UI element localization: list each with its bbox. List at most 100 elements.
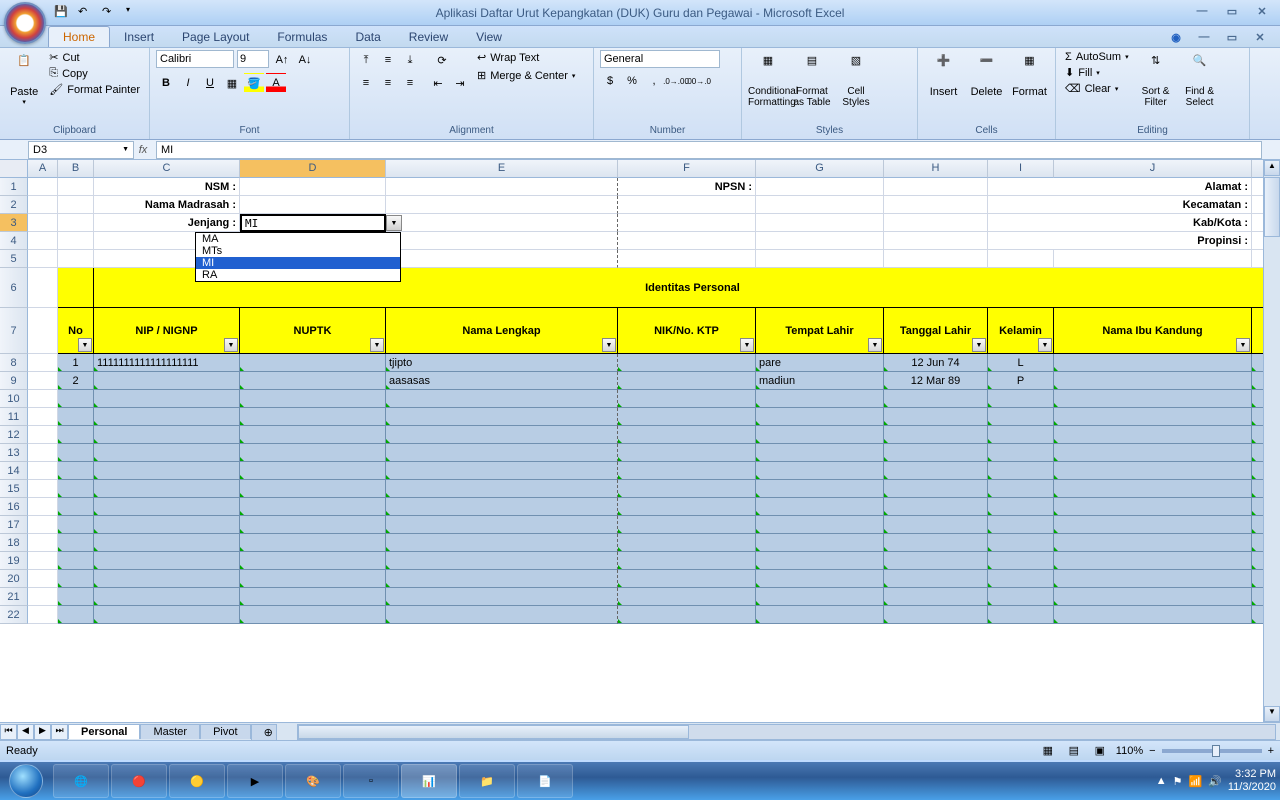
data-cell[interactable] bbox=[756, 588, 884, 606]
data-cell[interactable] bbox=[988, 516, 1054, 534]
data-cell[interactable] bbox=[618, 444, 756, 462]
data-cell[interactable]: tjipto bbox=[386, 354, 618, 372]
comma-button[interactable]: , bbox=[644, 71, 664, 91]
sheet-tab-personal[interactable]: Personal bbox=[68, 724, 140, 739]
wrap-text-button[interactable]: ↩Wrap Text bbox=[474, 50, 578, 65]
data-cell[interactable] bbox=[884, 462, 988, 480]
cell[interactable]: Jenjang : bbox=[94, 214, 240, 232]
select-all-corner[interactable] bbox=[0, 160, 28, 178]
data-cell[interactable] bbox=[240, 498, 386, 516]
data-cell[interactable] bbox=[884, 570, 988, 588]
data-cell[interactable] bbox=[58, 570, 94, 588]
cell[interactable] bbox=[240, 196, 386, 214]
data-cell[interactable] bbox=[988, 498, 1054, 516]
data-cell[interactable] bbox=[386, 570, 618, 588]
data-cell[interactable] bbox=[1054, 570, 1252, 588]
dropdown-item[interactable]: MA bbox=[196, 233, 400, 245]
bold-button[interactable]: B bbox=[156, 73, 176, 93]
data-cell[interactable] bbox=[618, 390, 756, 408]
dropdown-item[interactable]: MI bbox=[196, 257, 400, 269]
help-icon[interactable]: ◉ bbox=[1164, 31, 1188, 47]
align-right-button[interactable]: ≡ bbox=[400, 73, 420, 93]
decrease-decimal-button[interactable]: .00→.0 bbox=[688, 71, 708, 91]
data-cell[interactable] bbox=[94, 606, 240, 624]
format-painter-button[interactable]: 🖌Format Painter bbox=[46, 82, 143, 97]
data-cell[interactable] bbox=[884, 390, 988, 408]
cell[interactable] bbox=[28, 408, 58, 426]
redo-icon[interactable]: ↷ bbox=[102, 5, 118, 21]
qat-more-icon[interactable]: ▾ bbox=[126, 5, 142, 21]
find-select-button[interactable]: 🔍Find & Select bbox=[1180, 50, 1220, 108]
percent-button[interactable]: % bbox=[622, 71, 642, 91]
data-cell[interactable] bbox=[94, 426, 240, 444]
data-cell[interactable] bbox=[94, 498, 240, 516]
filter-button[interactable]: ▼ bbox=[78, 338, 92, 352]
data-cell[interactable] bbox=[94, 588, 240, 606]
data-cell[interactable] bbox=[884, 498, 988, 516]
data-cell[interactable] bbox=[756, 390, 884, 408]
data-cell[interactable] bbox=[1054, 372, 1252, 390]
cell[interactable] bbox=[58, 232, 94, 250]
row-header-4[interactable]: 4 bbox=[0, 232, 28, 250]
clear-button[interactable]: ⌫Clear ▾ bbox=[1062, 81, 1132, 96]
cell[interactable] bbox=[28, 214, 58, 232]
minimize-button[interactable]: — bbox=[1190, 5, 1214, 21]
data-cell[interactable] bbox=[386, 552, 618, 570]
zoom-handle[interactable] bbox=[1212, 745, 1220, 757]
taskbar-opera[interactable]: 🔴 bbox=[111, 764, 167, 798]
tray-network-icon[interactable]: 📶 bbox=[1188, 775, 1202, 788]
data-cell[interactable] bbox=[386, 426, 618, 444]
col-header-B[interactable]: B bbox=[58, 160, 94, 178]
data-cell[interactable] bbox=[58, 498, 94, 516]
align-middle-button[interactable]: ≡ bbox=[378, 50, 398, 70]
data-cell[interactable] bbox=[988, 588, 1054, 606]
filter-button[interactable]: ▼ bbox=[370, 338, 384, 352]
data-cell[interactable] bbox=[884, 516, 988, 534]
data-cell[interactable] bbox=[58, 588, 94, 606]
data-cell[interactable] bbox=[58, 606, 94, 624]
data-cell[interactable]: madiun bbox=[756, 372, 884, 390]
cell[interactable] bbox=[988, 250, 1054, 268]
data-cell[interactable] bbox=[988, 606, 1054, 624]
data-cell[interactable] bbox=[58, 408, 94, 426]
data-cell[interactable] bbox=[58, 516, 94, 534]
data-cell[interactable]: pare bbox=[756, 354, 884, 372]
cell[interactable] bbox=[240, 178, 386, 196]
table-header[interactable]: Kelamin▼ bbox=[988, 308, 1054, 354]
taskbar-word[interactable]: 📄 bbox=[517, 764, 573, 798]
cell[interactable] bbox=[386, 250, 618, 268]
cell[interactable] bbox=[58, 268, 94, 308]
jenjang-dropdown-button[interactable]: ▼ bbox=[386, 215, 402, 231]
cell[interactable] bbox=[756, 250, 884, 268]
data-cell[interactable] bbox=[58, 552, 94, 570]
data-cell[interactable] bbox=[756, 570, 884, 588]
italic-button[interactable]: I bbox=[178, 73, 198, 93]
data-cell[interactable] bbox=[756, 444, 884, 462]
row-header-6[interactable]: 6 bbox=[0, 268, 28, 308]
col-header-A[interactable]: A bbox=[28, 160, 58, 178]
data-cell[interactable]: aasasas bbox=[386, 372, 618, 390]
zoom-in-button[interactable]: + bbox=[1268, 745, 1274, 757]
cell[interactable] bbox=[28, 444, 58, 462]
col-header-I[interactable]: I bbox=[988, 160, 1054, 178]
cell[interactable] bbox=[58, 196, 94, 214]
cell[interactable] bbox=[28, 570, 58, 588]
data-cell[interactable] bbox=[618, 570, 756, 588]
zoom-slider[interactable] bbox=[1162, 749, 1262, 753]
tab-data[interactable]: Data bbox=[341, 27, 394, 47]
data-cell[interactable] bbox=[1054, 480, 1252, 498]
data-cell[interactable] bbox=[618, 588, 756, 606]
cell[interactable] bbox=[58, 250, 94, 268]
grow-font-button[interactable]: A↑ bbox=[272, 50, 292, 70]
col-header-C[interactable]: C bbox=[94, 160, 240, 178]
data-cell[interactable] bbox=[1054, 462, 1252, 480]
table-header[interactable]: NUPTK▼ bbox=[240, 308, 386, 354]
align-bottom-button[interactable]: ⤓ bbox=[400, 50, 420, 70]
row-header-19[interactable]: 19 bbox=[0, 552, 28, 570]
cell[interactable]: NPSN : bbox=[618, 178, 756, 196]
fill-color-button[interactable]: 🪣 bbox=[244, 73, 264, 93]
data-cell[interactable] bbox=[618, 426, 756, 444]
format-as-table-button[interactable]: ▤Format as Table bbox=[792, 50, 832, 108]
data-cell[interactable] bbox=[884, 606, 988, 624]
data-cell[interactable] bbox=[1054, 426, 1252, 444]
